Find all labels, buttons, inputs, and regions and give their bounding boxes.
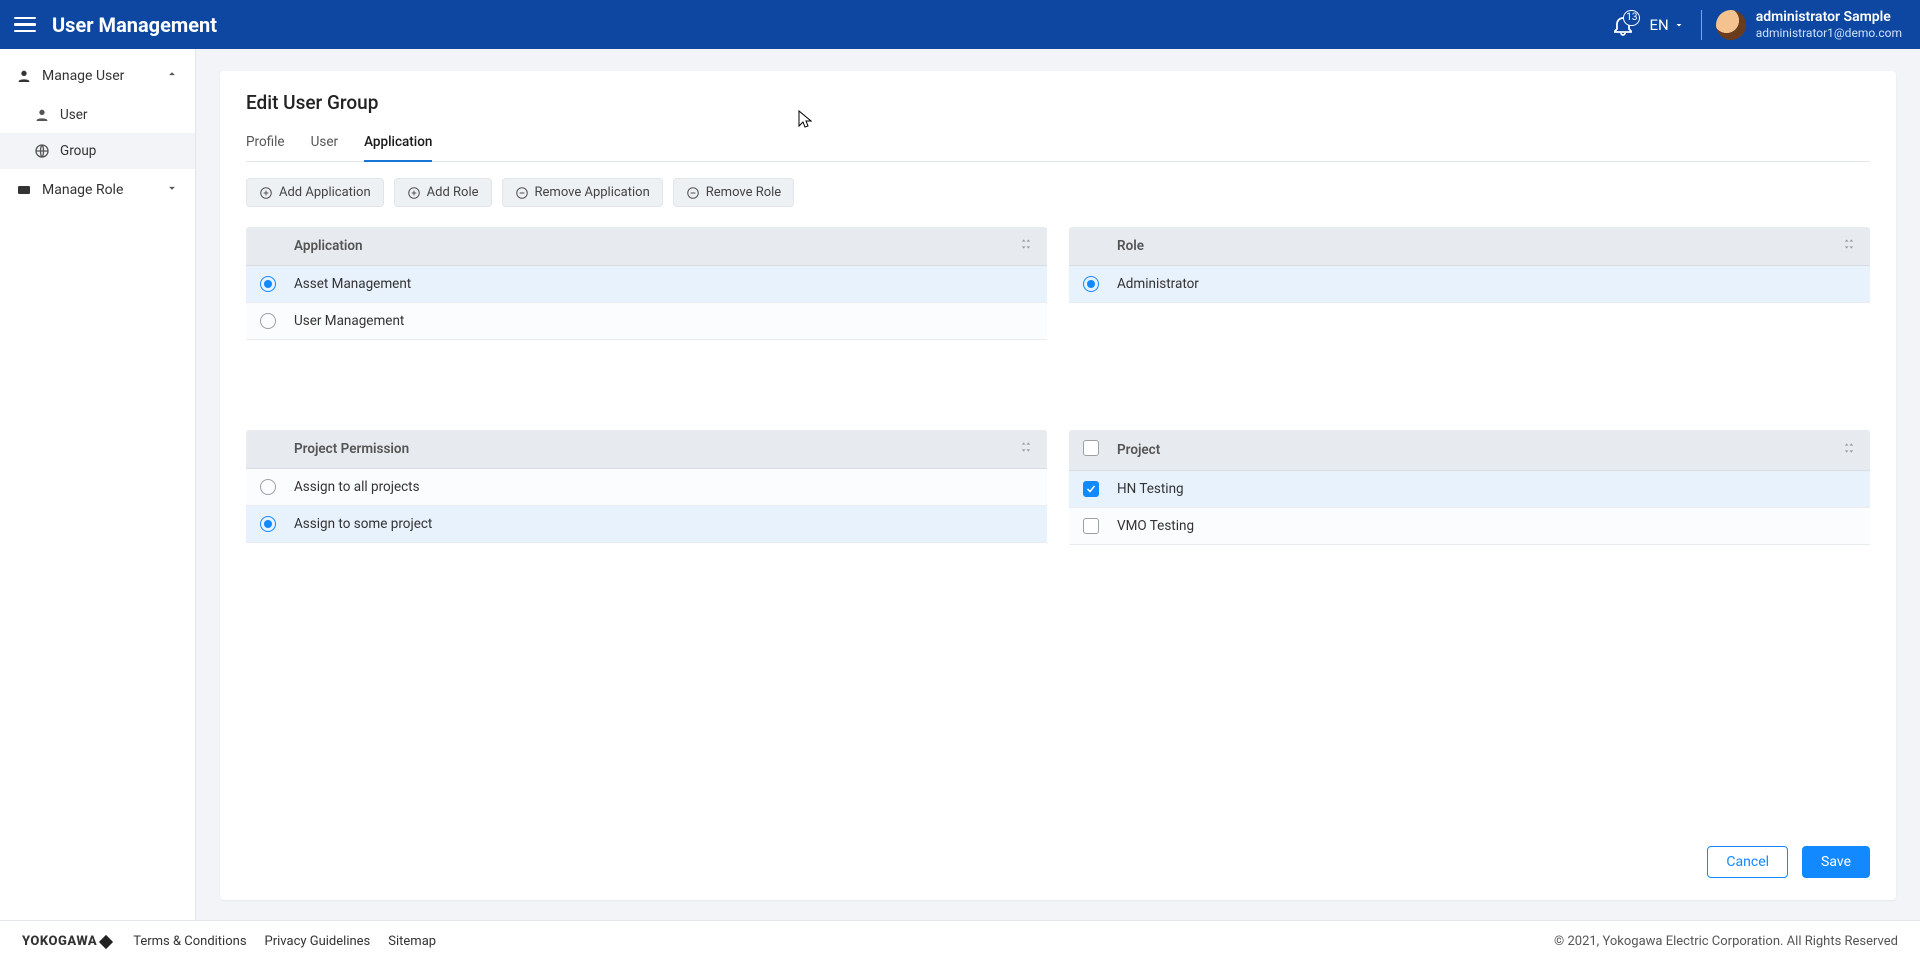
divider [1701,10,1702,40]
sort-icon[interactable] [1842,237,1856,255]
radio-icon[interactable] [260,516,276,532]
role-panel: Role Administrator [1069,227,1870,340]
toolbar: Add Application Add Role Remove Applicat… [246,178,1870,207]
checkbox-icon[interactable] [1083,481,1099,497]
sort-icon[interactable] [1842,441,1856,459]
permission-row[interactable]: Assign to all projects [246,469,1047,506]
main-area: Edit User Group Profile User Application… [196,49,1920,920]
avatar[interactable] [1716,10,1746,40]
footer-link-privacy[interactable]: Privacy Guidelines [265,934,371,949]
radio-icon[interactable] [260,479,276,495]
chevron-down-icon [1673,19,1685,31]
sidebar: Manage User User Group Manage Role [0,49,196,920]
panel-header: Role [1117,238,1144,254]
row-label: VMO Testing [1117,518,1194,534]
radio-icon[interactable] [1083,276,1099,292]
tabs: Profile User Application [246,128,1870,162]
radio-icon[interactable] [260,276,276,292]
add-application-button[interactable]: Add Application [246,178,384,207]
chevron-down-icon [165,181,179,199]
footer-link-terms[interactable]: Terms & Conditions [133,934,246,949]
app-title: User Management [52,13,217,37]
brand-text: YOKOGAWA [22,934,97,949]
content-card: Edit User Group Profile User Application… [220,71,1896,900]
row-label: Assign to some project [294,516,432,532]
sidebar-group-label: Manage User [42,68,124,84]
user-block[interactable]: administrator Sample administrator1@demo… [1756,9,1902,40]
language-selector[interactable]: EN [1649,16,1684,34]
diamond-icon [99,934,113,948]
sidebar-group-manage-role[interactable]: Manage Role [0,169,195,211]
brand-logo: YOKOGAWA [22,934,111,949]
button-label: Remove Role [706,185,781,200]
application-panel: Application Asset Management User Manage… [246,227,1047,340]
language-label: EN [1649,16,1668,34]
save-button[interactable]: Save [1802,846,1870,878]
menu-icon[interactable] [14,14,36,36]
button-label: Remove Application [535,185,650,200]
footer-link-sitemap[interactable]: Sitemap [388,934,436,949]
sidebar-group-label: Manage Role [42,182,123,198]
permission-panel: Project Permission Assign to all project… [246,430,1047,545]
sort-icon[interactable] [1019,237,1033,255]
row-label: Assign to all projects [294,479,420,495]
role-row[interactable]: Administrator [1069,266,1870,303]
button-label: Add Application [279,185,371,200]
sidebar-item-label: User [60,107,87,123]
checkbox-icon[interactable] [1083,518,1099,534]
sort-icon[interactable] [1019,440,1033,458]
user-icon [34,107,50,123]
sidebar-group-manage-user[interactable]: Manage User [0,55,195,97]
tab-user[interactable]: User [311,128,338,161]
row-label: Asset Management [294,276,411,292]
page-title: Edit User Group [246,91,1870,114]
id-card-icon [16,182,32,198]
button-label: Add Role [427,185,479,200]
row-label: Administrator [1117,276,1199,292]
remove-application-button[interactable]: Remove Application [502,178,663,207]
footer: YOKOGAWA Terms & Conditions Privacy Guid… [0,920,1920,962]
application-row[interactable]: Asset Management [246,266,1047,303]
permission-row[interactable]: Assign to some project [246,506,1047,543]
add-role-button[interactable]: Add Role [394,178,492,207]
project-panel: Project HN Testing VMO Testing [1069,430,1870,545]
sidebar-item-label: Group [60,143,96,159]
panel-header: Project [1117,442,1160,458]
plus-circle-icon [407,186,421,200]
app-header: User Management 13 EN administrator Samp… [0,0,1920,49]
select-all-checkbox[interactable] [1083,440,1099,456]
tab-application[interactable]: Application [364,128,432,162]
notification-bell[interactable]: 13 [1611,13,1635,37]
plus-circle-icon [259,186,273,200]
user-name: administrator Sample [1756,9,1902,26]
remove-role-button[interactable]: Remove Role [673,178,794,207]
chevron-up-icon [165,67,179,85]
tab-profile[interactable]: Profile [246,128,285,161]
radio-icon[interactable] [260,313,276,329]
user-email: administrator1@demo.com [1756,26,1902,40]
copyright-text: © 2021, Yokogawa Electric Corporation. A… [1554,934,1898,949]
minus-circle-icon [515,186,529,200]
row-label: HN Testing [1117,481,1184,497]
notification-count: 13 [1623,10,1640,26]
sidebar-item-user[interactable]: User [0,97,195,133]
panel-header: Application [294,238,363,254]
row-label: User Management [294,313,404,329]
sidebar-item-group[interactable]: Group [0,133,195,169]
application-row[interactable]: User Management [246,303,1047,340]
user-circle-icon [16,68,32,84]
globe-icon [34,143,50,159]
cancel-button[interactable]: Cancel [1707,846,1788,878]
project-row[interactable]: VMO Testing [1069,508,1870,545]
panel-header: Project Permission [294,441,409,457]
card-footer: Cancel Save [246,846,1870,878]
project-row[interactable]: HN Testing [1069,471,1870,508]
minus-circle-icon [686,186,700,200]
